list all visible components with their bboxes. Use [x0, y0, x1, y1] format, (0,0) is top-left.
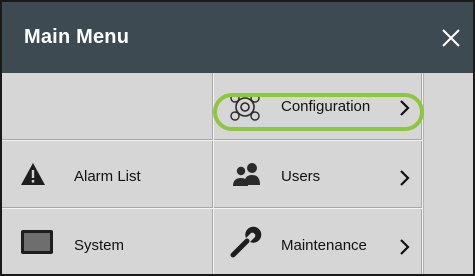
menu-item-users[interactable]: Users	[214, 141, 423, 209]
menu-item-label: System	[74, 237, 125, 254]
menu-item-maintenance[interactable]: Maintenance	[214, 209, 423, 274]
menu-item-alarm-list[interactable]: Alarm List	[2, 141, 214, 209]
chevron-right-icon	[399, 238, 411, 256]
close-icon[interactable]	[435, 20, 467, 56]
warning-icon	[20, 161, 46, 192]
menu-item-system[interactable]: System	[2, 209, 214, 274]
users-icon	[232, 161, 262, 192]
menu-cell-empty	[2, 73, 214, 141]
title-bar: Main Menu	[2, 2, 473, 73]
menu-item-label: Maintenance	[281, 237, 367, 254]
monitor-icon	[20, 229, 54, 262]
menu-item-label: Alarm List	[74, 168, 141, 185]
gears-icon	[228, 90, 262, 129]
menu-item-label: Users	[281, 168, 321, 185]
menu-item-configuration[interactable]: Configuration	[214, 73, 423, 141]
menu-grid: Configuration Alarm List Users System Ma…	[2, 73, 423, 274]
side-panel	[423, 73, 473, 274]
wrench-icon	[229, 225, 263, 264]
main-menu-window: Main Menu Configuration Alarm List Users…	[0, 0, 475, 276]
chevron-right-icon	[399, 169, 411, 187]
window-title: Main Menu	[24, 26, 130, 48]
chevron-right-icon	[399, 99, 411, 117]
menu-item-label: Configuration	[281, 98, 371, 115]
